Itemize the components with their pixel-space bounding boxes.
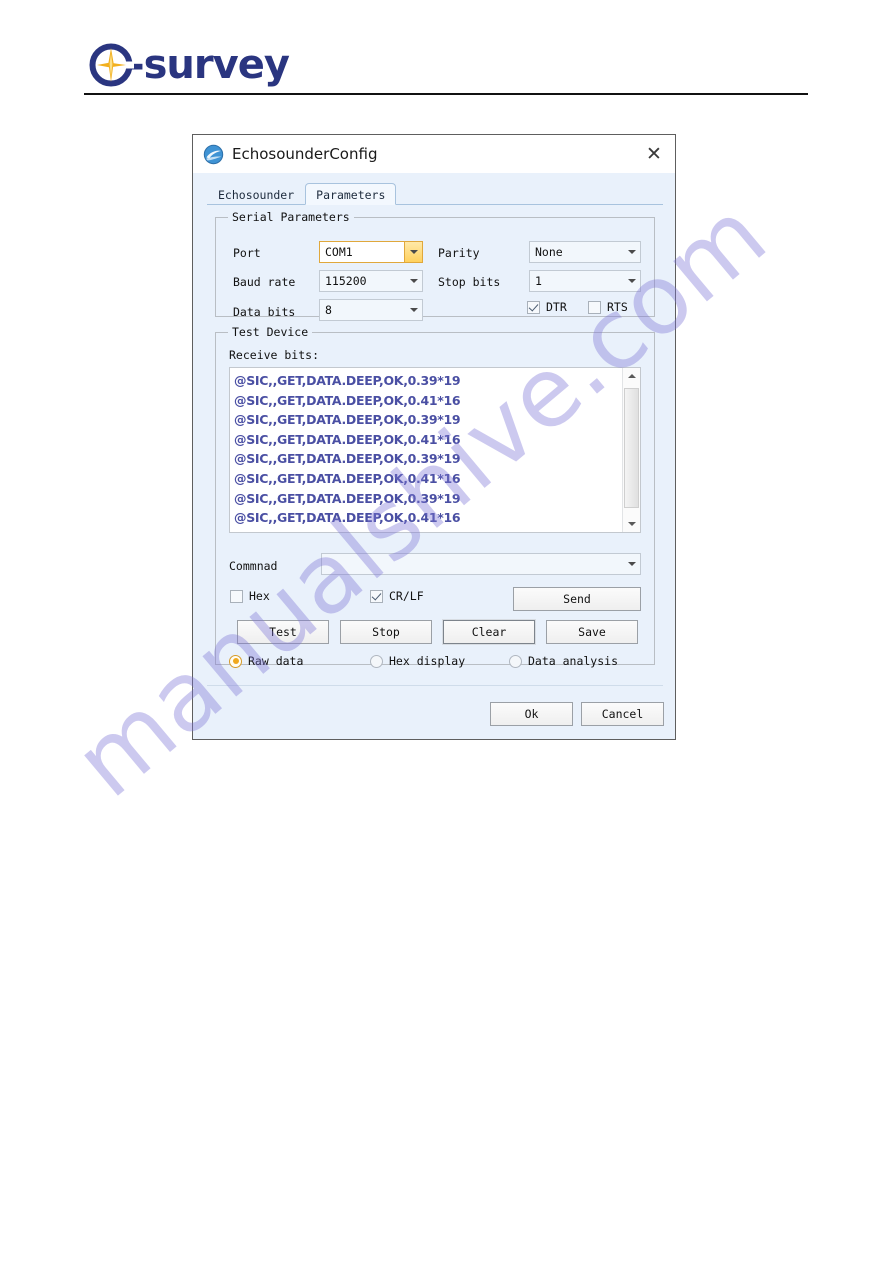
checkbox-box	[230, 589, 243, 603]
crlf-label: CR/LF	[389, 589, 424, 603]
port-label: Port	[233, 246, 261, 260]
footer-divider	[207, 685, 663, 686]
port-value: COM1	[325, 245, 353, 259]
chevron-down-icon[interactable]	[405, 300, 422, 320]
receive-line: @SIC,,GET,DATA.DEEP,OK,0.39*19	[234, 451, 461, 467]
save-button[interactable]: Save	[546, 620, 638, 644]
receive-line: @SIC,,GET,DATA.DEEP,OK,0.41*16	[234, 470, 461, 486]
stop-bits-label: Stop bits	[438, 275, 501, 289]
receive-bits-textarea[interactable]: @SIC,,GET,DATA.DEEP,OK,0.39*19 @SIC,,GET,…	[229, 367, 641, 533]
stop-bits-combobox[interactable]: 1	[529, 270, 641, 292]
radio-dot	[370, 654, 383, 668]
receive-line: @SIC,,GET,DATA.DEEP,OK,0.39*19	[234, 490, 461, 506]
rts-label: RTS	[607, 300, 628, 314]
hex-label: Hex	[249, 589, 270, 603]
baud-rate-combobox[interactable]: 115200	[319, 270, 423, 292]
baud-rate-value: 115200	[325, 274, 367, 288]
chevron-down-icon[interactable]	[404, 242, 422, 262]
ok-button[interactable]: Ok	[490, 702, 573, 726]
receive-line: @SIC,,GET,DATA.DEEP,OK,0.41*16	[234, 431, 461, 447]
dtr-label: DTR	[546, 300, 567, 314]
command-combobox[interactable]	[321, 553, 641, 575]
tab-bar: Echosounder Parameters	[207, 183, 663, 205]
checkbox-box	[370, 589, 383, 603]
receive-line: @SIC,,GET,DATA.DEEP,OK,0.41*16	[234, 392, 461, 408]
brand-logo: -survey	[88, 40, 290, 90]
stop-button[interactable]: Stop	[340, 620, 432, 644]
tab-parameters[interactable]: Parameters	[305, 183, 397, 205]
radio-dot	[509, 654, 522, 668]
chevron-down-icon[interactable]	[623, 242, 640, 262]
parity-value: None	[535, 245, 563, 259]
receive-line: @SIC,,GET,DATA.DEEP,OK,0.39*19	[234, 528, 622, 532]
receive-line: @SIC,,GET,DATA.DEEP,OK,0.39*19	[234, 373, 461, 388]
data-bits-label: Data bits	[233, 305, 296, 319]
chevron-down-icon[interactable]	[405, 271, 422, 291]
test-device-title: Test Device	[228, 325, 313, 339]
echosounder-config-dialog: EchosounderConfig ✕ Echosounder Paramete…	[192, 134, 676, 740]
receive-bits-content: @SIC,,GET,DATA.DEEP,OK,0.39*19 @SIC,,GET,…	[230, 368, 622, 532]
receive-bits-label: Receive bits:	[229, 348, 320, 362]
raw-data-label: Raw data	[248, 654, 304, 668]
chevron-down-icon[interactable]	[623, 271, 640, 291]
dialog-titlebar: EchosounderConfig ✕	[193, 135, 675, 173]
send-button[interactable]: Send	[513, 587, 641, 611]
hex-checkbox[interactable]: Hex	[230, 589, 270, 603]
stop-bits-value: 1	[535, 274, 542, 288]
compass-star-icon	[88, 42, 134, 88]
radio-dot	[229, 654, 242, 668]
command-label: Commnad	[229, 559, 278, 573]
echosounder-app-icon	[203, 144, 224, 165]
scroll-up-icon[interactable]	[623, 368, 640, 384]
dialog-title: EchosounderConfig	[232, 145, 378, 163]
dtr-checkbox[interactable]: DTR	[527, 300, 567, 314]
cancel-button[interactable]: Cancel	[581, 702, 664, 726]
data-analysis-label: Data analysis	[528, 654, 619, 668]
test-button[interactable]: Test	[237, 620, 329, 644]
serial-parameters-title: Serial Parameters	[228, 210, 354, 224]
parity-combobox[interactable]: None	[529, 241, 641, 263]
receive-line: @SIC,,GET,DATA.DEEP,OK,0.39*19	[234, 412, 461, 428]
tab-echosounder[interactable]: Echosounder	[207, 183, 305, 205]
page-header: -survey	[0, 0, 892, 100]
radio-raw-data[interactable]: Raw data	[229, 654, 303, 668]
radio-data-analysis[interactable]: Data analysis	[509, 654, 618, 668]
receive-scrollbar[interactable]	[622, 368, 640, 532]
checkbox-box	[527, 300, 540, 314]
header-divider	[84, 93, 808, 95]
parity-label: Parity	[438, 246, 480, 260]
brand-wordmark: -survey	[128, 42, 290, 88]
receive-line: @SIC,,GET,DATA.DEEP,OK,0.41*16	[234, 510, 461, 526]
close-icon[interactable]: ✕	[639, 140, 669, 168]
baud-rate-label: Baud rate	[233, 275, 296, 289]
rts-checkbox[interactable]: RTS	[588, 300, 628, 314]
clear-button[interactable]: Clear	[443, 620, 535, 644]
data-bits-value: 8	[325, 303, 332, 317]
hex-display-label: Hex display	[389, 654, 466, 668]
radio-hex-display[interactable]: Hex display	[370, 654, 465, 668]
crlf-checkbox[interactable]: CR/LF	[370, 589, 424, 603]
port-combobox[interactable]: COM1	[319, 241, 423, 263]
scrollbar-thumb[interactable]	[624, 388, 639, 508]
chevron-down-icon[interactable]	[623, 554, 640, 574]
checkbox-box	[588, 300, 601, 314]
scroll-down-icon[interactable]	[623, 516, 640, 532]
data-bits-combobox[interactable]: 8	[319, 299, 423, 321]
